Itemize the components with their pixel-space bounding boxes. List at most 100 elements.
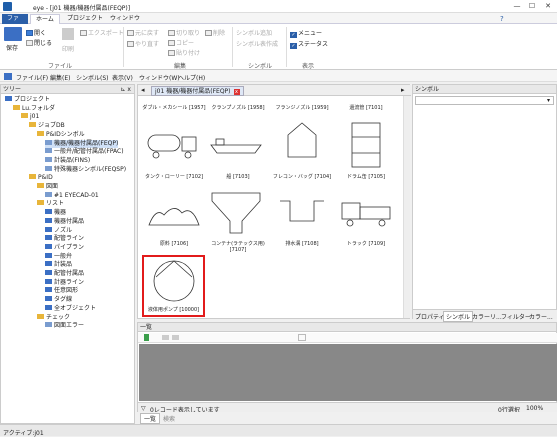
tree-node[interactable]: P&IDシンボル [37,130,85,139]
sort-icon[interactable] [172,335,179,340]
tree-node-label: 特殊機器シンボル(FEQSP) [54,165,127,173]
open-icon [26,30,33,36]
node-icon [45,235,52,241]
tree-node[interactable]: 配管付属品 [45,270,84,278]
tab-filter[interactable]: フィルター [501,312,531,321]
menu-view[interactable]: 表示(V) [112,73,133,82]
paste-button[interactable]: 貼り付け [168,48,200,57]
tree-pin-close[interactable]: ⊾ x [121,85,132,94]
tree-node[interactable]: リスト [37,200,64,208]
node-icon [45,209,52,215]
tree-node[interactable]: 一般弁/配管付属品(FPAC) [45,148,124,156]
tree-node[interactable]: 計装品 [45,261,72,269]
close-doc-button[interactable]: 閉じる [26,38,52,47]
node-icon [45,148,52,154]
export-icon[interactable] [144,334,149,341]
close-button[interactable]: ✕ [543,2,553,10]
list-grid[interactable] [139,344,557,401]
symbol-label: コンテナ(ラテックス用) [7107] [211,241,265,253]
symbol-table-button[interactable]: シンボル表作成 [236,39,278,48]
menu-window[interactable]: ウィンドウ(W) [139,73,180,82]
menu-symbol[interactable]: シンボル(S) [76,73,109,82]
maximize-button[interactable]: ☐ [527,2,537,10]
ship-symbol[interactable] [208,131,264,161]
tab-file[interactable]: ファイル [2,14,28,32]
tree-node[interactable]: #1 EYECAD-01 [45,191,99,200]
tab-symbol[interactable]: シンボル [443,311,474,322]
tab-project[interactable]: プロジェクト [62,14,108,24]
undo-button[interactable]: 元に戻す [127,28,159,37]
tree-node[interactable]: 特殊機器シンボル(FEQSP) [45,165,127,174]
open-button[interactable]: 開く [26,28,46,37]
drum-symbol[interactable] [346,121,386,171]
status-toggle[interactable]: ✓ ステータス [290,39,328,49]
tab-list[interactable]: 一覧 [140,413,161,424]
tree-node[interactable]: 図面 [37,183,58,191]
document-scrollbar[interactable] [403,96,410,318]
tree-node[interactable]: 一般弁 [45,252,72,261]
ribbon-separator [123,27,124,67]
dropdown-icon[interactable] [298,334,306,341]
symbol-label: フランジノズル [1959] [275,105,329,111]
print-button[interactable]: 印刷 [62,44,74,53]
tab-feqp[interactable]: j01 機器/機器付属品(FEQP) x [151,86,244,96]
drain-ditch-symbol[interactable] [278,197,326,227]
tree-node[interactable]: ノズル [45,226,72,235]
tree-node[interactable]: 機器 [45,209,66,217]
node-icon [45,226,52,232]
folder-icon [37,200,44,206]
flexible-container-symbol[interactable] [278,121,326,169]
save-button[interactable]: 保存 [6,43,18,52]
tab-property[interactable]: プロパティ [415,312,445,321]
tree-node[interactable]: P&ID [29,174,53,182]
filter-icon[interactable]: ▽ [141,405,146,412]
zoom-level[interactable]: 100% [526,405,543,412]
liquid-pump-cell[interactable]: 液体用ポンプ [10000] [142,255,205,317]
tank-lorry-symbol[interactable] [146,125,202,165]
tree-node[interactable]: j01 [21,113,39,121]
export-button[interactable]: エクスポート [80,28,124,37]
tab-color[interactable]: カラー... [529,312,553,321]
edit-group-label: 編集 [173,63,186,70]
tree-node[interactable]: プロジェクト [5,96,50,104]
tab-search[interactable]: 検索 [163,414,175,423]
tree-node[interactable]: 配管ライン [45,235,84,243]
truck-symbol[interactable] [338,197,394,231]
tree-node[interactable]: パイプラン [45,243,84,252]
minimize-button[interactable]: — [512,2,522,10]
tree-node[interactable]: 機器付属品 [45,217,84,226]
cut-button[interactable]: 切り取り [168,28,200,37]
symbol-select[interactable] [415,96,554,105]
tree-node[interactable]: チェック [37,313,70,322]
tree-node[interactable]: 計器ライン [45,278,84,287]
chevron-down-icon[interactable]: ▾ [547,97,550,104]
tree-node[interactable]: 計装品(FINS) [45,156,90,165]
tree-node[interactable]: Lu.フォルダ [13,104,55,113]
tab-home[interactable]: ホーム [30,14,60,24]
tree-node[interactable]: 任意図形 [45,287,78,295]
tab-colorring[interactable]: カラーリ... [472,312,502,321]
tree-node-label: タグ線 [54,296,73,304]
filter-icon[interactable] [162,335,169,340]
tab-scroll-right-icon[interactable]: ▸ [401,86,405,94]
delete-button[interactable]: 削除 [205,28,225,37]
help-icon[interactable]: ? [500,15,504,23]
menu-edit[interactable]: 編集(E) [50,73,70,82]
container-latex-symbol[interactable] [208,189,264,235]
close-tab-icon[interactable]: x [233,89,240,95]
menu-toggle[interactable]: ✓ メニュー [290,28,322,38]
raw-material-symbol[interactable] [146,195,202,231]
tree-node[interactable]: ジョブDB [29,122,65,130]
redo-button[interactable]: やり直す [127,39,159,48]
tree-node[interactable]: タグ線 [45,296,72,304]
menu-help[interactable]: ヘルプ(H) [178,73,205,82]
tab-scroll-left-icon[interactable]: ◂ [141,86,145,94]
symbol-add-button[interactable]: シンボル追加 [236,28,272,37]
copy-button[interactable]: コピー [168,38,194,47]
node-icon [45,261,52,267]
menu-file[interactable]: ファイル(F) [16,73,48,82]
tree-node[interactable]: 全オブジェクト [45,304,96,313]
tree-node[interactable]: 機器/機器付属品(FEQP) [45,139,119,148]
tab-window[interactable]: ウィンドウ [105,14,145,24]
tree-node[interactable]: 図面エラー [45,322,84,330]
